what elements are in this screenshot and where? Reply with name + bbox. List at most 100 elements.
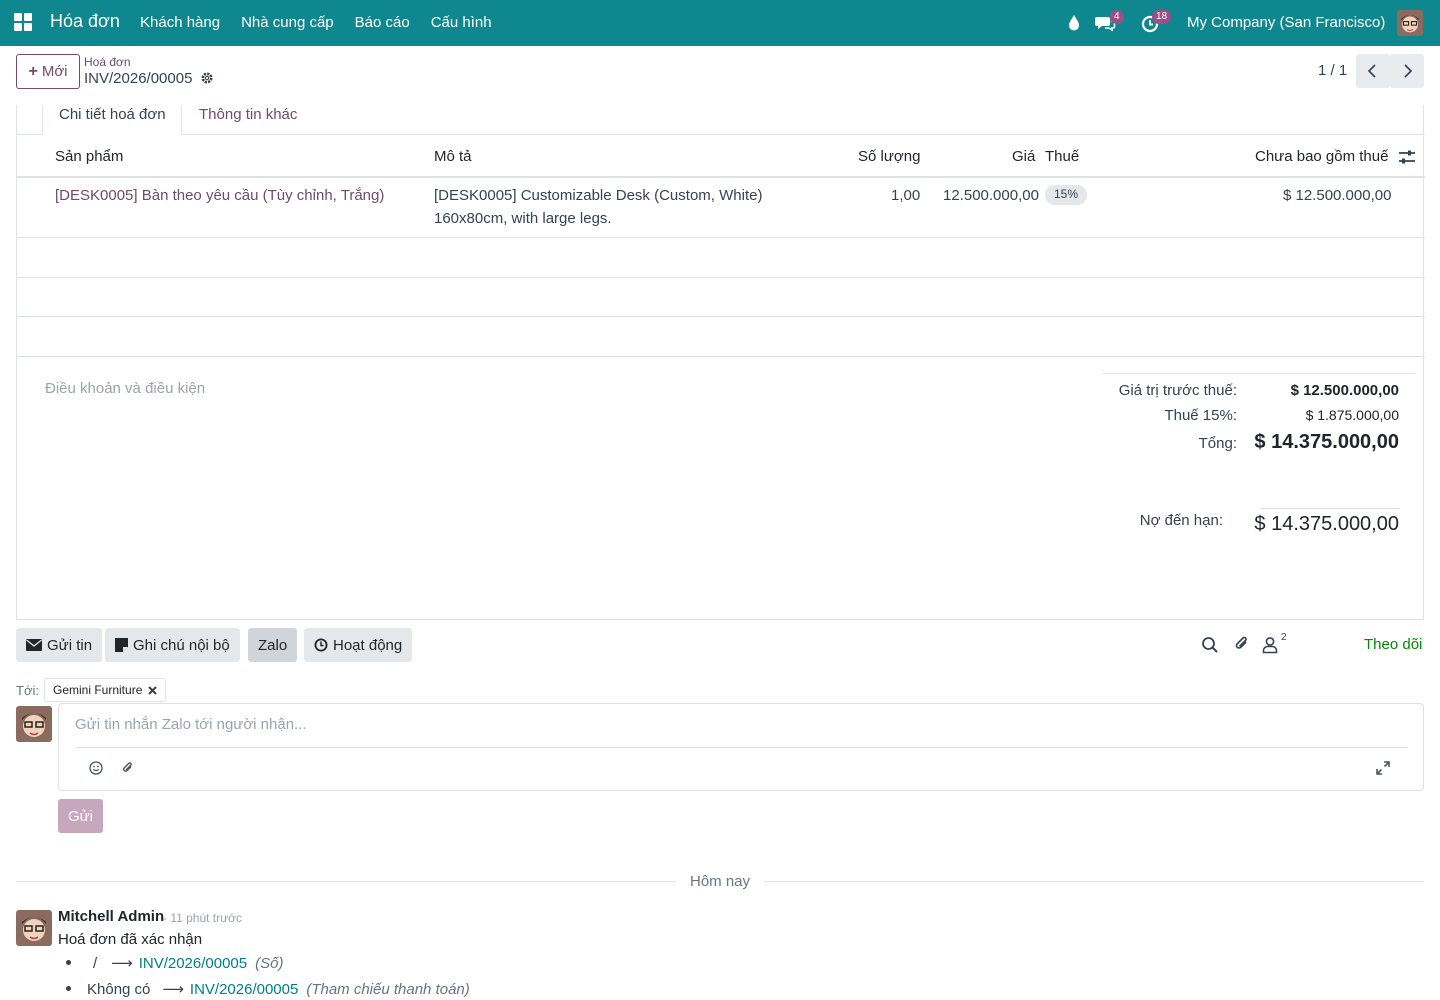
terms-conditions-field[interactable]: Điều khoản và điều kiện [45, 380, 205, 397]
tracking-old-value: / [93, 955, 98, 972]
breadcrumb-parent[interactable]: Hoá đơn [84, 55, 131, 69]
activity-label: Hoạt động [333, 636, 403, 654]
bullet [66, 986, 71, 991]
date-separator-line [16, 881, 676, 882]
activity-button[interactable]: Hoạt động [304, 628, 413, 662]
untaxed-amount-value: $ 12.500.000,00 [1290, 382, 1399, 399]
clock-icon [314, 638, 328, 652]
remove-icon[interactable] [148, 685, 158, 695]
column-header-product[interactable]: Sản phẩm [55, 148, 123, 165]
column-header-quantity[interactable]: Số lượng [858, 148, 920, 165]
chevron-left-icon [1367, 64, 1376, 78]
envelope-icon [26, 639, 42, 651]
amount-due-label: Nợ đến hạn: [1139, 512, 1223, 529]
pager-previous-button[interactable] [1356, 54, 1390, 88]
plus-icon: + [28, 62, 38, 80]
menu-item-reporting[interactable]: Báo cáo [355, 14, 410, 31]
tax-amount-value: $ 1.875.000,00 [1305, 407, 1399, 423]
company-switcher[interactable]: My Company (San Francisco) [1187, 14, 1385, 31]
amount-due-value: $ 14.375.000,00 [1254, 513, 1399, 535]
line-product[interactable]: [DESK0005] Bàn theo yêu cầu (Tùy chỉnh, … [55, 187, 384, 204]
row-divider [17, 316, 1425, 317]
tab-other-info[interactable]: Thông tin khác [199, 105, 297, 135]
arrow-right-icon: ⟶ [162, 981, 184, 998]
optional-columns-icon[interactable] [1398, 149, 1416, 165]
send-message-button[interactable]: Gửi tin [16, 628, 103, 662]
expand-icon[interactable] [1376, 761, 1390, 775]
totals-divider [1102, 373, 1415, 374]
line-price[interactable]: 12.500.000,00 [943, 187, 1039, 204]
composer-input[interactable] [75, 716, 1395, 733]
paperclip-icon[interactable] [1233, 635, 1251, 653]
tracking-item: / ⟶ INV/2026/00005 (Số) [66, 954, 283, 972]
app-brand[interactable]: Hóa đơn [50, 11, 120, 32]
message-composer [58, 703, 1424, 791]
message-body: Hoá đơn đã xác nhận [58, 931, 203, 948]
date-separator: Hôm nay [690, 873, 751, 890]
recipient-tag[interactable]: Gemini Furniture [44, 678, 167, 702]
followers-count: 2 [1281, 632, 1287, 643]
menu-item-vendors[interactable]: Nhà cung cấp [241, 14, 334, 31]
recipient-name: Gemini Furniture [53, 683, 143, 697]
line-tax-badge[interactable]: 15% [1045, 185, 1088, 205]
zalo-label: Zalo [258, 636, 288, 654]
column-header-taxes[interactable]: Thuế [1045, 148, 1079, 165]
tracking-field: (Tham chiếu thanh toán) [306, 981, 470, 998]
untaxed-amount-label: Giá trị trước thuế: [1118, 382, 1237, 399]
line-quantity[interactable]: 1,00 [891, 187, 920, 204]
log-note-label: Ghi chú nội bộ [133, 636, 230, 654]
search-icon[interactable] [1201, 636, 1219, 654]
row-divider [17, 277, 1425, 278]
log-note-button[interactable]: Ghi chú nội bộ [105, 628, 240, 662]
tax-amount-label: Thuế 15%: [1164, 407, 1237, 424]
followers-icon[interactable] [1262, 636, 1278, 654]
send-message-label: Gửi tin [47, 636, 93, 654]
follow-button[interactable]: Theo dõi [1364, 636, 1422, 653]
tracking-new-value: INV/2026/00005 [138, 955, 248, 972]
row-divider [17, 356, 1425, 357]
emoji-icon[interactable] [89, 761, 103, 775]
send-button[interactable]: Gửi [58, 799, 103, 833]
line-description-1[interactable]: [DESK0005] Customizable Desk (Custom, Wh… [434, 187, 762, 204]
attachment-icon[interactable] [121, 761, 135, 775]
top-navbar: Hóa đơn Khách hàng Nhà cung cấp Báo cáo … [0, 0, 1440, 46]
bullet [66, 960, 71, 965]
to-label: Tới: [16, 683, 39, 698]
arrow-right-icon: ⟶ [111, 955, 133, 972]
pager-value[interactable]: 1 / 1 [1318, 62, 1347, 79]
total-value: $ 14.375.000,00 [1254, 431, 1399, 453]
line-description-2[interactable]: 160x80cm, with large legs. [434, 210, 612, 227]
pager-next-button[interactable] [1390, 54, 1424, 88]
line-subtotal: $ 12.500.000,00 [1283, 187, 1392, 204]
column-header-subtotal[interactable]: Chưa bao gồm thuế [1255, 148, 1388, 165]
tab-invoice-lines[interactable]: Chi tiết hoá đơn [42, 105, 182, 135]
zalo-button[interactable]: Zalo [248, 628, 298, 662]
apps-menu-icon[interactable] [14, 13, 32, 31]
column-header-price[interactable]: Giá [1012, 148, 1035, 165]
user-avatar[interactable] [1397, 10, 1423, 36]
message-author-avatar[interactable] [16, 910, 52, 946]
date-separator-line [764, 881, 1424, 882]
table-header-divider [17, 176, 1425, 178]
drop-icon[interactable] [1063, 12, 1085, 34]
menu-item-configuration[interactable]: Cấu hình [431, 14, 492, 31]
activities-badge: 18 [1152, 10, 1172, 24]
tracking-old-value: Không có [87, 981, 151, 998]
row-divider [17, 237, 1425, 238]
column-header-description[interactable]: Mô tả [434, 148, 472, 165]
menu-item-customers[interactable]: Khách hàng [140, 14, 220, 31]
breadcrumb-current: INV/2026/00005 [84, 70, 193, 87]
message-time: - 11 phút trước [163, 911, 243, 925]
gear-icon[interactable] [200, 71, 214, 85]
message-author[interactable]: Mitchell Admin [58, 908, 164, 925]
composer-divider [75, 747, 1408, 748]
chevron-right-icon [1404, 64, 1413, 78]
composer-avatar [16, 706, 52, 742]
main-menu: Khách hàng Nhà cung cấp Báo cáo Cấu hình [140, 14, 492, 31]
new-button-label: Mới [41, 63, 68, 80]
tracking-item: Không có ⟶ INV/2026/00005 (Tham chiếu th… [66, 980, 470, 998]
new-button[interactable]: + Mới [16, 54, 80, 89]
invoice-sheet: Chi tiết hoá đơn Thông tin khác Sản phẩm… [16, 105, 1425, 620]
tracking-new-value: INV/2026/00005 [189, 981, 299, 998]
total-label: Tổng: [1198, 435, 1237, 452]
